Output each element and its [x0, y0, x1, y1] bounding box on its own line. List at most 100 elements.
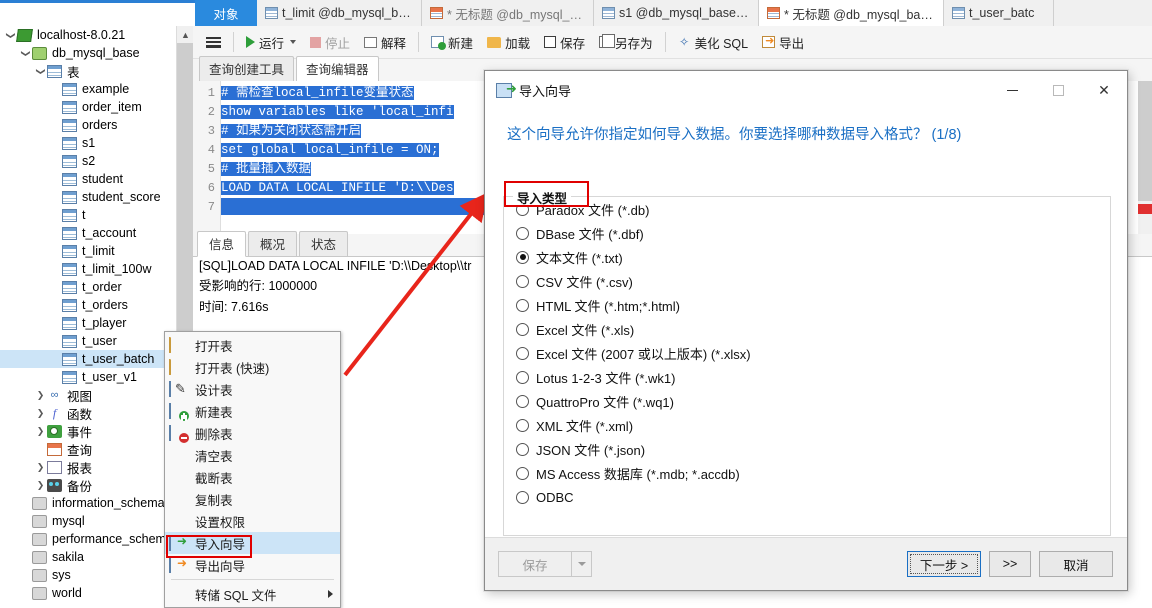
chevron-down-icon[interactable]: ❯ [5, 29, 16, 42]
table-context-menu[interactable]: 打开表打开表 (快速) 设计表新建表删除表清空表截断表复制表设置权限导入向导导出向… [164, 331, 341, 608]
tree-item-localhost-8-0-21[interactable]: ❯ localhost-8.0.21 [0, 26, 176, 44]
radio-button[interactable] [516, 394, 529, 408]
menu-item-7[interactable]: 复制表 [165, 488, 340, 510]
menu-item-11[interactable]: 转储 SQL 文件 [165, 583, 340, 605]
tree-item-t[interactable]: t [0, 206, 176, 224]
editor-scrollbar[interactable] [1138, 81, 1152, 234]
tree-item--[interactable]: ❯ 备份 [0, 476, 176, 494]
close-button[interactable]: ✕ [1081, 71, 1127, 109]
radio-button[interactable] [516, 298, 529, 312]
import-type-option-5[interactable]: Excel 文件 (*.xls) [504, 317, 1110, 341]
import-type-option-2[interactable]: 文本文件 (*.txt) [504, 245, 1110, 269]
tree-item-sakila[interactable]: sakila [0, 548, 176, 566]
menu-item-8[interactable]: 设置权限 [165, 510, 340, 532]
tab-message[interactable]: 信息 [197, 231, 247, 257]
chevron-right-icon[interactable]: ❯ [34, 426, 47, 437]
cancel-button[interactable]: 取消 [1039, 551, 1113, 577]
tab-objects[interactable]: 对象 [195, 0, 257, 26]
tree-item-example[interactable]: example [0, 80, 176, 98]
chevron-down-icon[interactable]: ❯ [20, 47, 31, 60]
tab-status[interactable]: 状态 [299, 231, 349, 256]
tree-item-information_schema[interactable]: information_schema [0, 494, 176, 512]
import-type-option-11[interactable]: MS Access 数据库 (*.mdb; *.accdb) [504, 461, 1110, 485]
chevron-right-icon[interactable]: ❯ [34, 408, 47, 419]
object-tree-sidebar[interactable]: ❯ localhost-8.0.21 ❯ db_mysql_base ❯ 表 example… [0, 26, 176, 604]
import-type-option-6[interactable]: Excel 文件 (2007 或以上版本) (*.xlsx) [504, 341, 1110, 365]
menu-item-4[interactable]: 删除表 [165, 422, 340, 444]
tree-item-t_user_v1[interactable]: t_user_v1 [0, 368, 176, 386]
menu-item-9[interactable]: 导入向导 [165, 532, 340, 554]
tree-item-sys[interactable]: sys [0, 566, 176, 584]
save-button[interactable]: 保存 [537, 31, 592, 54]
load-button[interactable]: 加载 [480, 31, 537, 54]
tree-item-world[interactable]: world [0, 584, 176, 602]
menu-item-5[interactable]: 清空表 [165, 444, 340, 466]
tree-item-student[interactable]: student [0, 170, 176, 188]
minimize-button[interactable] [989, 71, 1035, 109]
tree-item-performance_schem[interactable]: performance_schem [0, 530, 176, 548]
tree-item-t_user[interactable]: t_user [0, 332, 176, 350]
skip-button[interactable]: >> [989, 551, 1031, 577]
new-button[interactable]: 新建 [424, 31, 480, 54]
import-type-option-10[interactable]: JSON 文件 (*.json) [504, 437, 1110, 461]
tree-item--[interactable]: 查询 [0, 440, 176, 458]
tree-item--[interactable]: ❯ f 函数 [0, 404, 176, 422]
radio-button[interactable] [516, 226, 529, 240]
menu-item-0[interactable]: 打开表 [165, 334, 340, 356]
import-type-option-4[interactable]: HTML 文件 (*.htm;*.html) [504, 293, 1110, 317]
tree-item-t_order[interactable]: t_order [0, 278, 176, 296]
tree-item--[interactable]: ❯ ∞ 视图 [0, 386, 176, 404]
chevron-right-icon[interactable]: ❯ [34, 480, 47, 491]
radio-button[interactable] [516, 250, 529, 264]
chevron-right-icon[interactable]: ❯ [34, 390, 47, 401]
tab-query-editor[interactable]: 查询编辑器 [296, 56, 379, 82]
tab-untitled-1[interactable]: * 无标题 @db_mysql_base (l... [422, 0, 594, 26]
menu-item-1[interactable]: 打开表 (快速) [165, 356, 340, 378]
import-type-option-12[interactable]: ODBC [504, 485, 1110, 509]
tree-item-t_user_batch[interactable]: t_user_batch [0, 350, 176, 368]
explain-button[interactable]: 解释 [357, 31, 413, 54]
radio-button[interactable] [516, 418, 529, 432]
tab-query-builder[interactable]: 查询创建工具 [199, 56, 295, 81]
tab-s1[interactable]: s1 @db_mysql_base (localh... [594, 0, 759, 26]
tree-item-t_orders[interactable]: t_orders [0, 296, 176, 314]
radio-button[interactable] [516, 322, 529, 336]
radio-button[interactable] [516, 466, 529, 480]
tree-item-t_account[interactable]: t_account [0, 224, 176, 242]
tab-untitled-2[interactable]: * 无标题 @db_mysql_base (l... [759, 0, 944, 26]
chevron-down-icon[interactable]: ❯ [35, 65, 46, 78]
menu-item-3[interactable]: 新建表 [165, 400, 340, 422]
import-type-option-0[interactable]: Paradox 文件 (*.db) [504, 197, 1110, 221]
tab-t-limit[interactable]: t_limit @db_mysql_base (loc... [257, 0, 422, 26]
tree-item-s2[interactable]: s2 [0, 152, 176, 170]
import-type-option-7[interactable]: Lotus 1-2-3 文件 (*.wk1) [504, 365, 1110, 389]
tree-item-s1[interactable]: s1 [0, 134, 176, 152]
import-type-option-9[interactable]: XML 文件 (*.xml) [504, 413, 1110, 437]
maximize-button[interactable] [1035, 71, 1081, 109]
radio-button[interactable] [516, 490, 529, 504]
tree-item-t_limit_100w[interactable]: t_limit_100w [0, 260, 176, 278]
next-button[interactable]: 下一步 > [907, 551, 981, 577]
run-button[interactable]: 运行 [239, 31, 303, 54]
import-wizard-dialog[interactable]: 导入向导 ✕ 这个向导允许你指定如何导入数据。你要选择哪种数据导入格式？ (1/… [484, 70, 1128, 591]
chevron-down-icon[interactable] [290, 40, 297, 44]
menu-item-2[interactable]: 设计表 [165, 378, 340, 400]
editor-scrollbar-thumb[interactable] [1138, 81, 1152, 201]
scroll-up-icon[interactable]: ▲ [177, 26, 194, 43]
tree-item-t_player[interactable]: t_player [0, 314, 176, 332]
radio-button[interactable] [516, 442, 529, 456]
tab-profile[interactable]: 概况 [248, 231, 298, 256]
radio-button[interactable] [516, 274, 529, 288]
menu-item-6[interactable]: 截断表 [165, 466, 340, 488]
tree-item-order_item[interactable]: order_item [0, 98, 176, 116]
save-as-button[interactable]: 另存为 [592, 31, 660, 54]
tree-item-orders[interactable]: orders [0, 116, 176, 134]
import-type-option-1[interactable]: DBase 文件 (*.dbf) [504, 221, 1110, 245]
import-type-option-3[interactable]: CSV 文件 (*.csv) [504, 269, 1110, 293]
tree-item-student_score[interactable]: student_score [0, 188, 176, 206]
tree-item-mysql[interactable]: mysql [0, 512, 176, 530]
tree-item--[interactable]: ❯ 报表 [0, 458, 176, 476]
radio-button[interactable] [516, 346, 529, 360]
radio-button[interactable] [516, 370, 529, 384]
tab-t-user-batch[interactable]: t_user_batc [944, 0, 1054, 26]
